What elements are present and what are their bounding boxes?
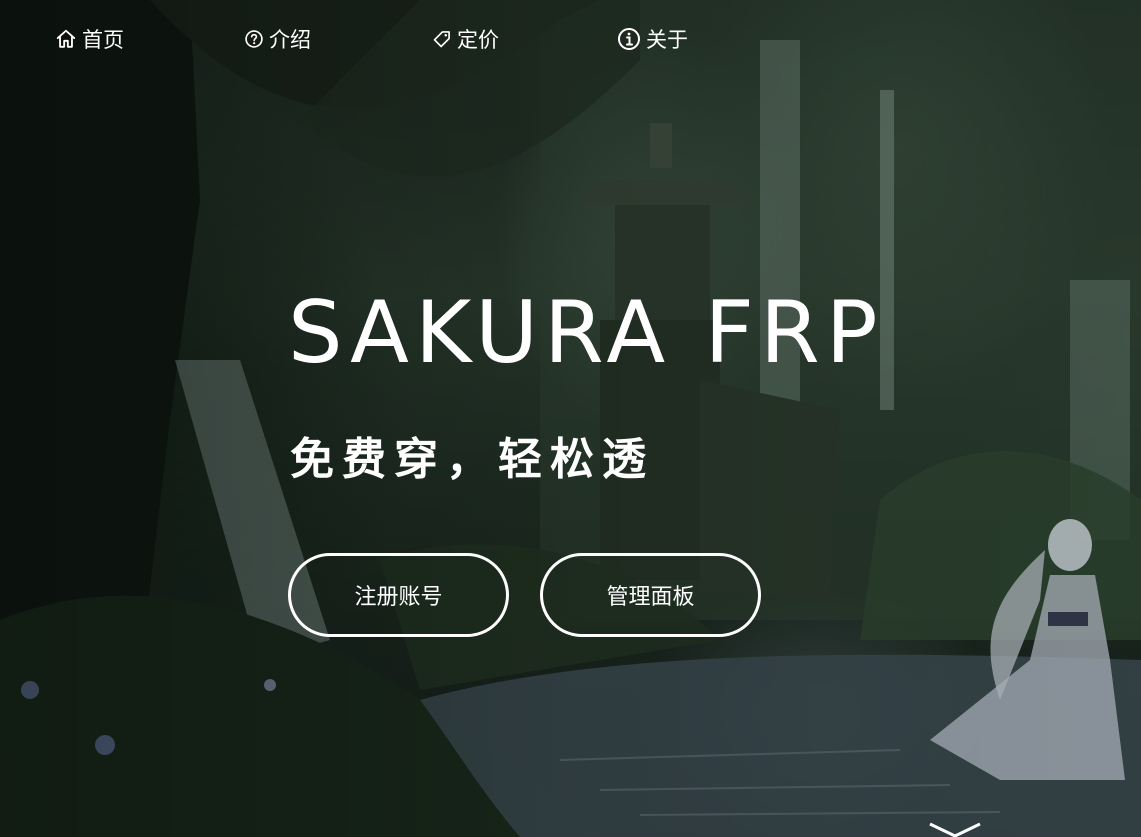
management-panel-button[interactable]: 管理面板: [540, 553, 761, 637]
chevron-down-icon[interactable]: [925, 822, 985, 837]
hero-title: SAKURA FRP: [288, 283, 884, 383]
nav-item-intro[interactable]: 介绍: [244, 24, 311, 54]
question-circle-icon: [245, 30, 263, 48]
nav-item-label: 介绍: [269, 28, 311, 52]
nav-item-about[interactable]: 关于: [617, 24, 688, 54]
tag-icon: [433, 31, 450, 48]
info-circle-icon: [618, 28, 640, 50]
nav-item-label: 关于: [646, 28, 688, 52]
dark-overlay: [0, 0, 1141, 837]
nav-item-label: 首页: [82, 28, 124, 52]
hero-section: 首页 介绍 定价 关于 SAKURA FRP 免费穿，轻松透 注册账号 管理面板: [0, 0, 1141, 837]
nav-item-label: 定价: [457, 28, 499, 52]
nav-item-pricing[interactable]: 定价: [432, 24, 499, 54]
nav-item-home[interactable]: 首页: [55, 24, 124, 54]
hero-subtitle: 免费穿，轻松透: [290, 434, 654, 485]
home-icon: [56, 29, 76, 48]
register-account-button[interactable]: 注册账号: [288, 553, 509, 637]
